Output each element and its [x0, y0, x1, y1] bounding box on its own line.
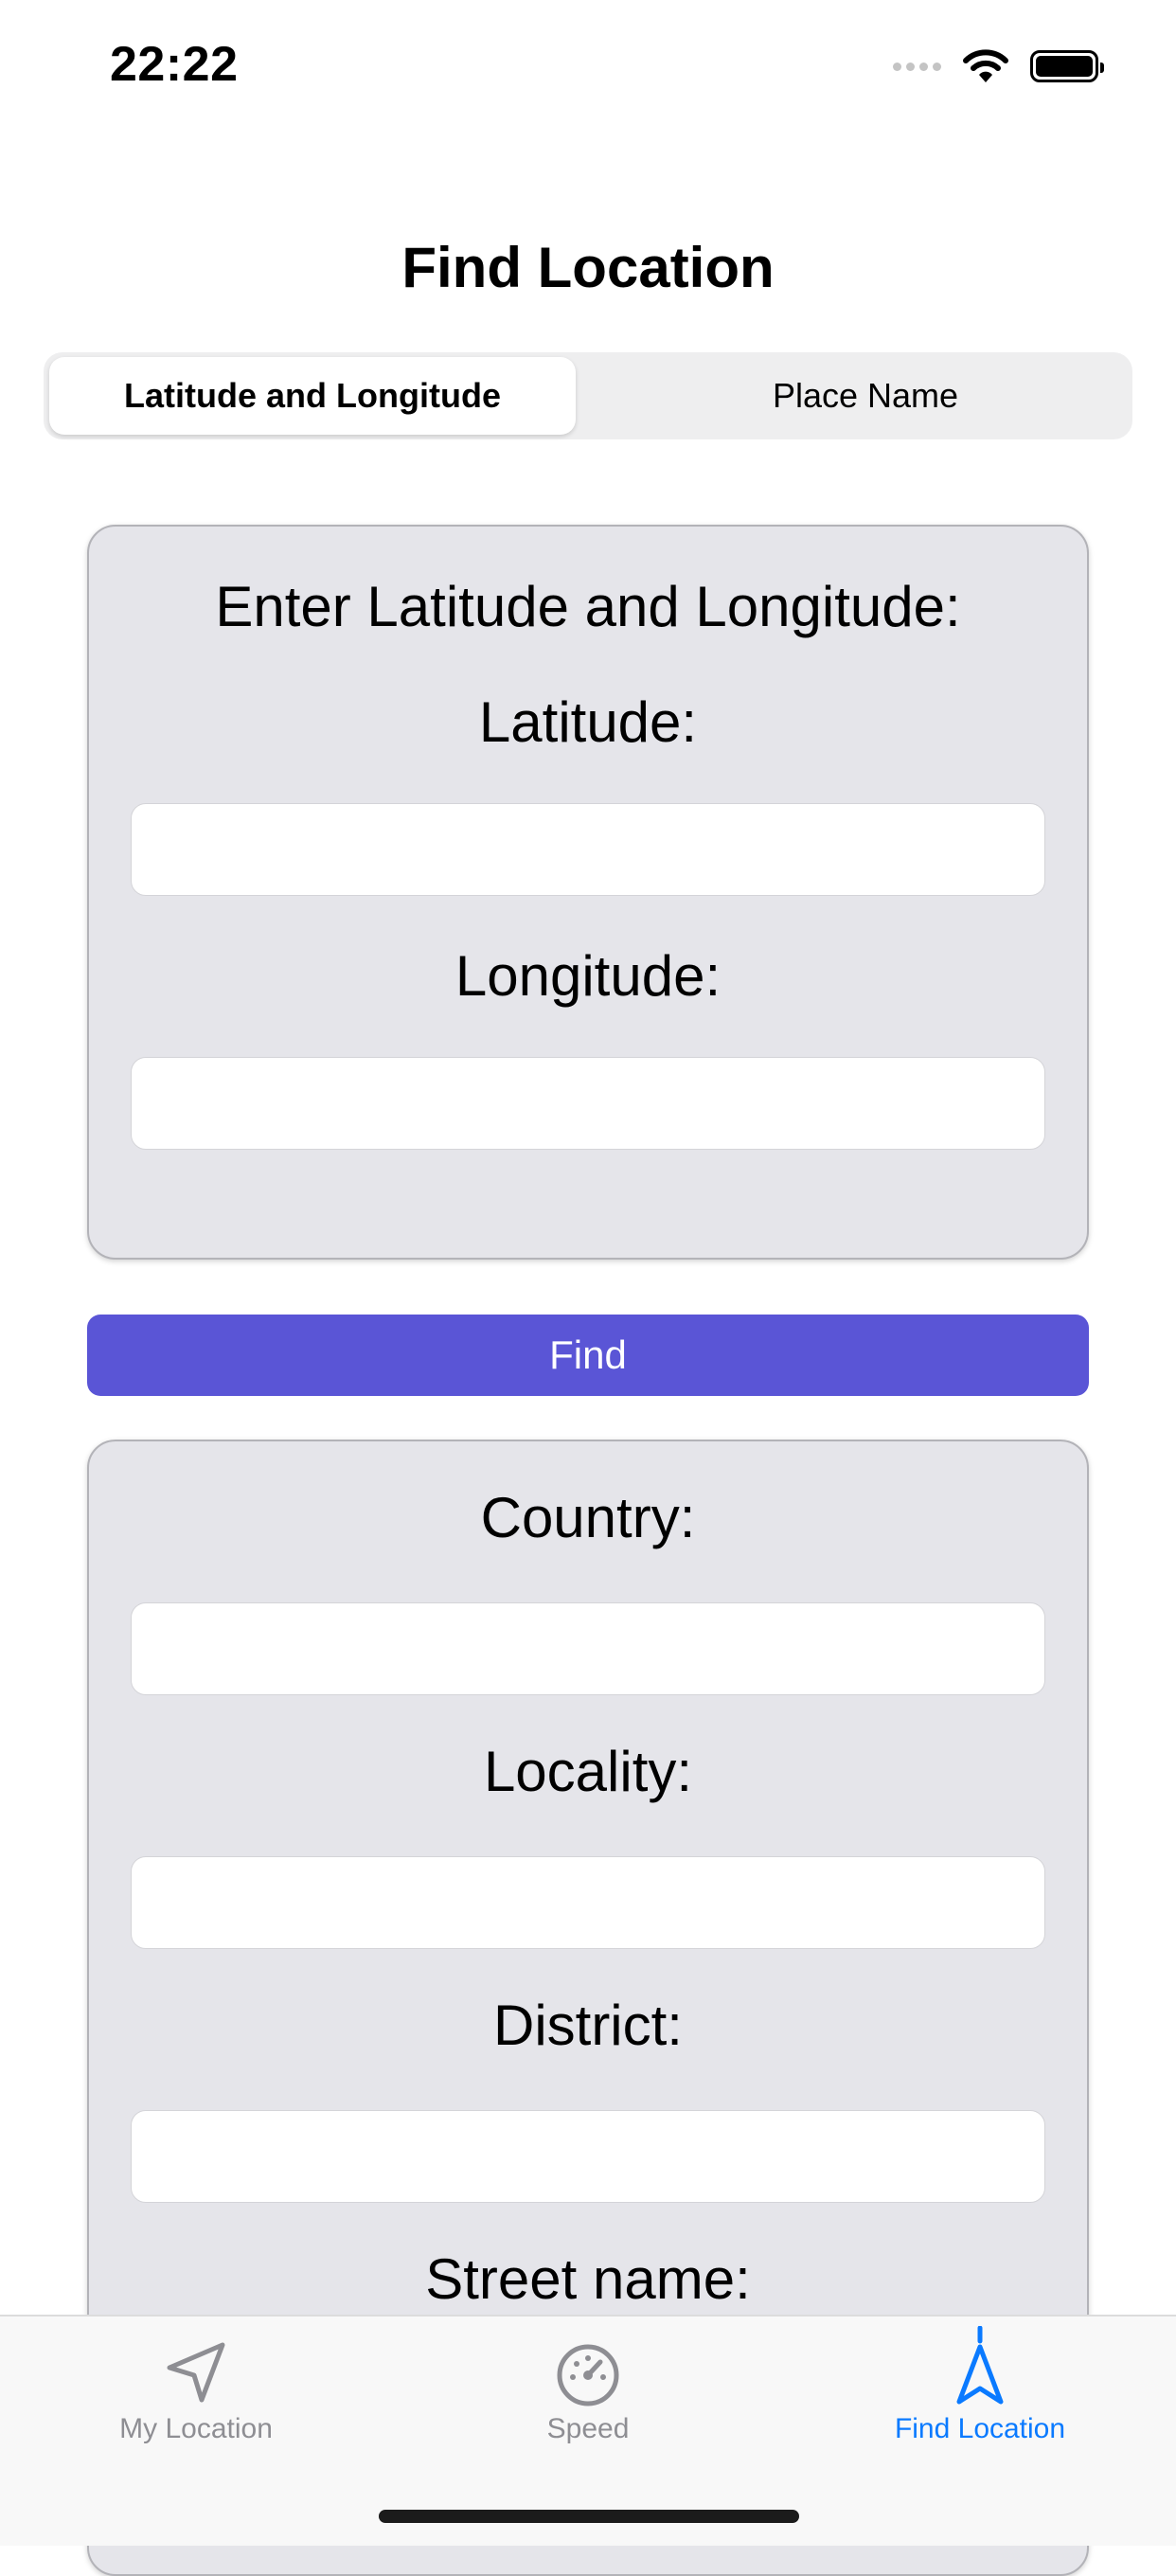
segmented-control: Latitude and Longitude Place Name	[44, 352, 1132, 439]
district-field[interactable]	[131, 2110, 1045, 2203]
coordinates-heading: Enter Latitude and Longitude:	[215, 575, 961, 638]
locality-label: Locality:	[483, 1740, 693, 1803]
street-name-label: Street name:	[425, 2247, 751, 2311]
page-title: Find Location	[401, 236, 775, 299]
latitude-input[interactable]	[131, 803, 1045, 896]
find-button[interactable]: Find	[87, 1315, 1089, 1396]
status-time: 22:22	[110, 37, 239, 92]
country-label: Country:	[480, 1486, 696, 1549]
longitude-input[interactable]	[131, 1057, 1045, 1150]
tab-my-location[interactable]: My Location	[0, 2317, 392, 2487]
home-indicator	[379, 2510, 799, 2523]
district-label: District:	[493, 1994, 683, 2057]
latitude-label: Latitude:	[478, 690, 698, 754]
coordinates-card: Enter Latitude and Longitude: Latitude: …	[87, 525, 1089, 1260]
status-icons	[893, 44, 1104, 89]
battery-icon	[1030, 50, 1104, 82]
segment-latitude-longitude[interactable]: Latitude and Longitude	[49, 357, 576, 435]
locality-field[interactable]	[131, 1856, 1045, 1949]
tab-find-location[interactable]: Find Location	[784, 2317, 1176, 2487]
segment-place-name[interactable]: Place Name	[602, 357, 1129, 435]
tab-label-find-location: Find Location	[894, 2413, 1066, 2444]
longitude-label: Longitude:	[454, 944, 722, 1008]
cellular-signal-icon	[893, 62, 941, 71]
status-bar: 22:22	[0, 0, 1176, 133]
tab-label-speed: Speed	[546, 2413, 630, 2444]
country-field[interactable]	[131, 1602, 1045, 1695]
tab-speed[interactable]: Speed	[392, 2317, 784, 2487]
wifi-icon	[963, 49, 1008, 82]
tab-label-my-location: My Location	[119, 2413, 273, 2444]
navigation-arrow-icon	[956, 2326, 1004, 2405]
speedometer-icon	[557, 2344, 619, 2406]
location-arrow-icon	[167, 2342, 225, 2403]
